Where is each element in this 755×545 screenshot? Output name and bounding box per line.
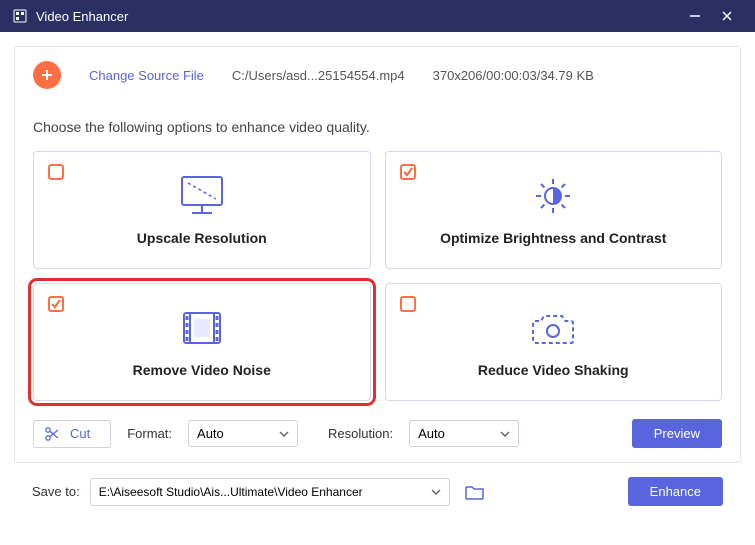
cut-label: Cut [70, 426, 90, 441]
option-card-filmstrip[interactable]: Remove Video Noise [33, 283, 371, 401]
option-checkbox[interactable] [400, 296, 416, 312]
option-checkbox[interactable] [400, 164, 416, 180]
format-value: Auto [197, 426, 224, 441]
option-card-camera[interactable]: Reduce Video Shaking [385, 283, 723, 401]
camera-icon [400, 300, 708, 356]
format-label: Format: [127, 426, 172, 441]
option-label: Reduce Video Shaking [400, 362, 708, 378]
file-path: C:/Users/asd...25154554.mp4 [232, 68, 405, 83]
save-path-dropdown[interactable]: E:\Aiseesoft Studio\Ais...Ultimate\Video… [90, 478, 450, 506]
resolution-value: Auto [418, 426, 445, 441]
enhance-button[interactable]: Enhance [628, 477, 723, 506]
instruction-text: Choose the following options to enhance … [33, 119, 722, 135]
option-card-monitor[interactable]: Upscale Resolution [33, 151, 371, 269]
cut-button[interactable]: Cut [33, 420, 111, 448]
brightness-icon [400, 168, 708, 224]
app-icon [12, 8, 28, 24]
controls-row: Cut Format: Auto Resolution: Auto Previe… [33, 415, 722, 448]
change-source-link[interactable]: Change Source File [89, 68, 204, 83]
option-label: Optimize Brightness and Contrast [400, 230, 708, 246]
chevron-down-icon [500, 431, 510, 437]
option-card-brightness[interactable]: Optimize Brightness and Contrast [385, 151, 723, 269]
save-path-value: E:\Aiseesoft Studio\Ais...Ultimate\Video… [99, 485, 363, 499]
minimize-button[interactable] [679, 0, 711, 32]
option-label: Remove Video Noise [48, 362, 356, 378]
add-file-button[interactable] [33, 61, 61, 89]
resolution-dropdown[interactable]: Auto [409, 420, 519, 447]
scissors-icon [44, 426, 60, 442]
footer-row: Save to: E:\Aiseesoft Studio\Ais...Ultim… [14, 463, 741, 506]
close-button[interactable] [711, 0, 743, 32]
filmstrip-icon [48, 300, 356, 356]
file-info: 370x206/00:00:03/34.79 KB [433, 68, 594, 83]
save-to-label: Save to: [32, 484, 80, 499]
titlebar: Video Enhancer [0, 0, 755, 32]
option-checkbox[interactable] [48, 296, 64, 312]
monitor-icon [48, 168, 356, 224]
resolution-label: Resolution: [328, 426, 393, 441]
option-checkbox[interactable] [48, 164, 64, 180]
option-label: Upscale Resolution [48, 230, 356, 246]
chevron-down-icon [279, 431, 289, 437]
preview-button[interactable]: Preview [632, 419, 722, 448]
open-folder-button[interactable] [460, 478, 490, 506]
chevron-down-icon [431, 489, 441, 495]
format-dropdown[interactable]: Auto [188, 420, 298, 447]
source-header: Change Source File C:/Users/asd...251545… [33, 57, 722, 101]
window-title: Video Enhancer [36, 9, 679, 24]
